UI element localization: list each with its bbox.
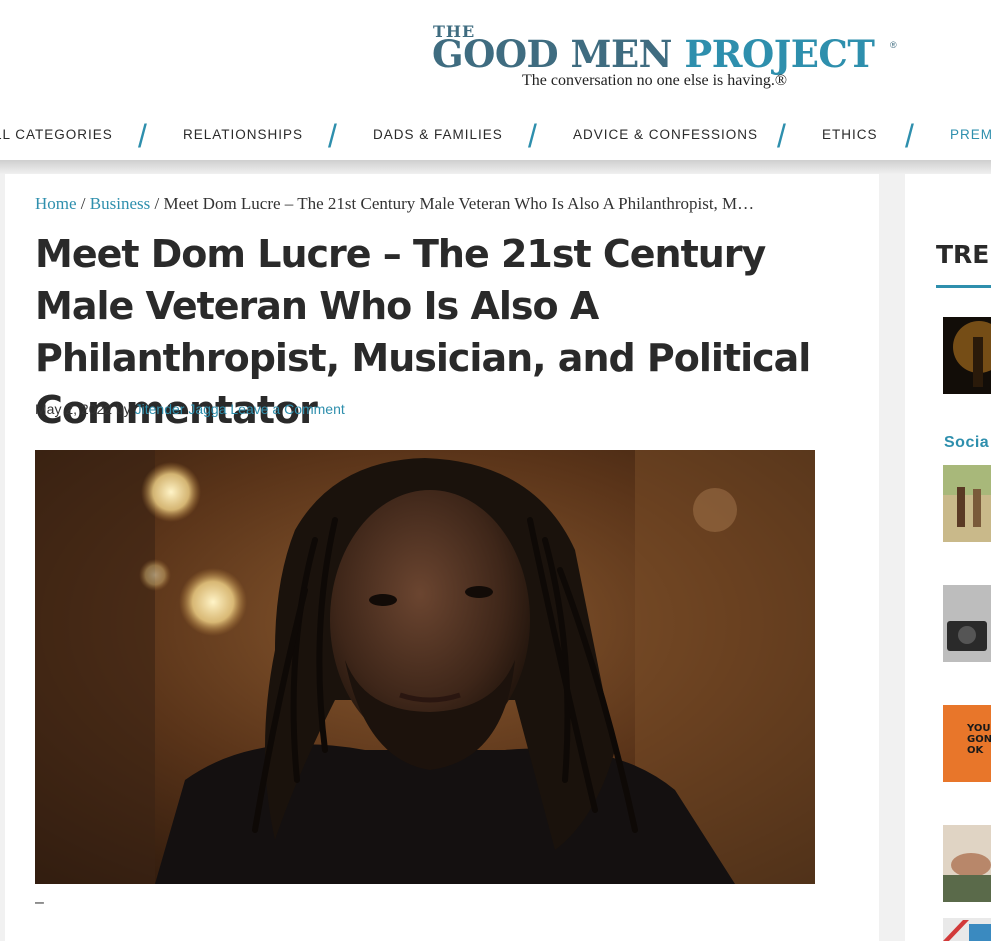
nav-separator: / <box>905 118 914 154</box>
nav-separator: / <box>138 118 147 154</box>
breadcrumb-current: Meet Dom Lucre – The 21st Century Male V… <box>163 194 755 213</box>
portrait-photo <box>35 450 815 884</box>
site-logo[interactable]: THE GOOD MEN PROJECT ® The conversation … <box>432 22 902 94</box>
leave-comment-link[interactable]: Leave a Comment <box>230 401 344 417</box>
thumb-image-2 <box>943 465 991 542</box>
nav-item-premium[interactable]: Prem <box>950 127 991 142</box>
site-header: THE GOOD MEN PROJECT ® The conversation … <box>0 0 991 110</box>
sidebar-thumb-5[interactable] <box>943 825 991 902</box>
article-featured-image <box>35 450 815 884</box>
logo-wordmark: GOOD MEN PROJECT <box>432 32 875 76</box>
nav-item-advice-confessions[interactable]: Advice & Confessions <box>573 127 758 142</box>
thumb-image-1 <box>953 321 991 387</box>
breadcrumb-separator: / <box>154 194 160 213</box>
nav-item-all-categories[interactable]: ll Categories <box>0 127 113 142</box>
logo-good-men: GOOD MEN <box>432 32 673 76</box>
sidebar-thumb-2[interactable] <box>943 465 991 542</box>
nav-separator: / <box>528 118 537 154</box>
sidebar-thumb-3[interactable] <box>943 585 991 662</box>
sidebar-category-social[interactable]: Socia <box>944 434 989 452</box>
article-by: by <box>115 401 131 417</box>
sidebar-thumb-4[interactable]: YOU GONN OK <box>943 705 991 782</box>
nav-separator: / <box>328 118 337 154</box>
breadcrumb-business[interactable]: Business <box>90 194 150 213</box>
sidebar-trending-heading: TREN <box>936 240 991 269</box>
nav-shadow <box>0 160 991 174</box>
breadcrumb: Home / Business / Meet Dom Lucre – The 2… <box>35 194 754 214</box>
thumb-image-6 <box>943 920 991 941</box>
nav-separator: / <box>777 118 786 154</box>
sidebar-heading-underline <box>936 285 991 288</box>
breadcrumb-home[interactable]: Home <box>35 194 77 213</box>
breadcrumb-separator: / <box>80 194 86 213</box>
nav-item-dads-families[interactable]: Dads & Families <box>373 127 503 142</box>
article-date: May 2, 2022 <box>35 401 113 417</box>
nav-item-ethics[interactable]: Ethics <box>822 127 878 142</box>
sidebar-thumb-6[interactable] <box>943 918 991 941</box>
main-nav: ll Categories / Relationships / Dads & F… <box>0 110 991 160</box>
logo-registered-mark: ® <box>890 40 897 50</box>
nav-item-relationships[interactable]: Relationships <box>183 127 303 142</box>
author-link[interactable]: Jitender Jagga <box>135 401 227 417</box>
article-meta: May 2, 2022 by Jitender Jagga Leave a Co… <box>35 401 345 417</box>
logo-project: PROJECT <box>684 32 875 76</box>
article-body-start: – <box>35 894 44 911</box>
thumb-image-5 <box>943 825 991 902</box>
sidebar-thumb-1[interactable] <box>943 317 991 394</box>
logo-tagline: The conversation no one else is having.® <box>522 72 787 89</box>
thumb-4-text: YOU GONN OK <box>967 723 991 756</box>
thumb-image-3 <box>943 585 991 662</box>
